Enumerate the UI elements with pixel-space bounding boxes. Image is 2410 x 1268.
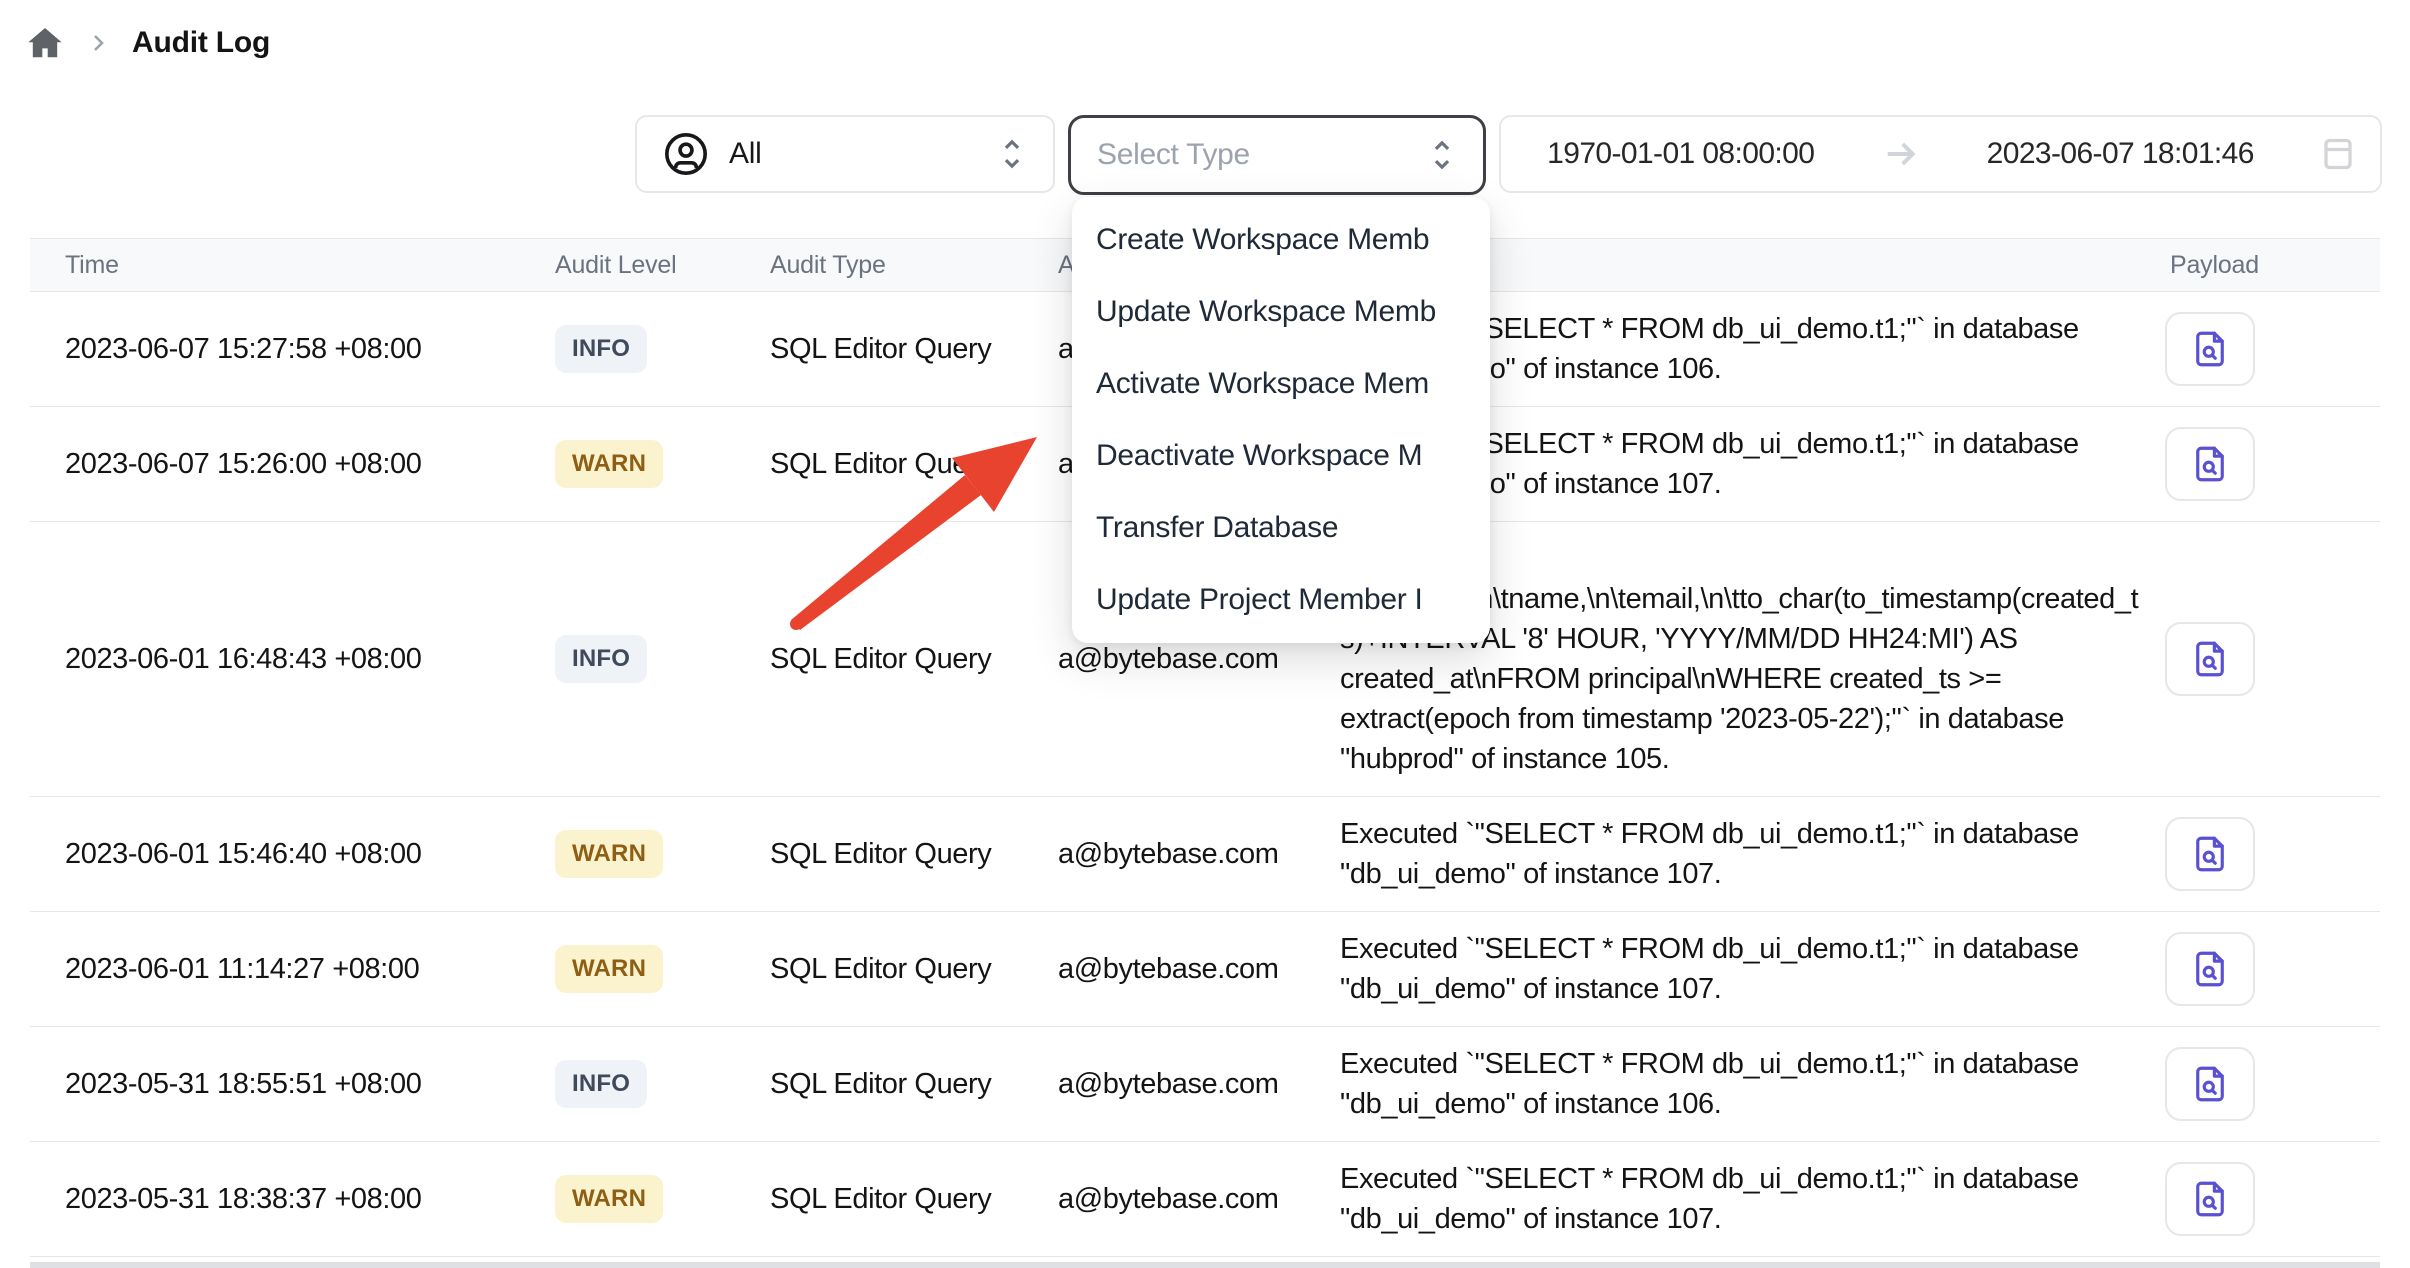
cell-audit-level: WARN [555, 945, 770, 993]
file-search-icon [2189, 1063, 2231, 1105]
file-search-icon [2189, 443, 2231, 485]
view-payload-button[interactable] [2165, 622, 2255, 696]
home-icon[interactable] [26, 24, 64, 62]
cell-audit-level: INFO [555, 325, 770, 373]
audit-level-badge: INFO [555, 635, 647, 683]
cell-time: 2023-06-07 15:27:58 +08:00 [30, 333, 555, 366]
column-header-level: Audit Level [555, 251, 770, 280]
cell-comment: Executed `"SELECT * FROM db_ui_demo.t1;"… [1340, 797, 2140, 911]
chevron-up-down-icon [997, 137, 1027, 171]
date-range-start[interactable]: 1970-01-01 08:00:00 [1501, 137, 1861, 171]
audit-level-badge: WARN [555, 440, 663, 488]
cell-time: 2023-06-01 16:48:43 +08:00 [30, 643, 555, 676]
cell-payload [2140, 932, 2380, 1006]
type-dropdown-item[interactable]: Update Workspace Memb [1072, 276, 1490, 348]
view-payload-button[interactable] [2165, 312, 2255, 386]
file-search-icon [2189, 833, 2231, 875]
cell-time: 2023-05-31 18:55:51 +08:00 [30, 1068, 555, 1101]
arrow-right-icon [1881, 134, 1921, 174]
type-dropdown-item[interactable]: Create Workspace Memb [1072, 204, 1490, 276]
filter-bar: All Select Type 1970-01-01 08:00:00 2023… [635, 115, 2382, 195]
cell-comment: Executed `"SELECT * FROM db_ui_demo.t1;"… [1340, 1027, 2140, 1141]
table-row: 2023-05-31 18:38:37 +08:00 WARN SQL Edit… [30, 1142, 2380, 1257]
audit-level-badge: WARN [555, 1175, 663, 1223]
type-dropdown-item[interactable]: Update Project Member I [1072, 564, 1490, 636]
cell-audit-level: WARN [555, 1175, 770, 1223]
table-row: 2023-05-31 18:55:51 +08:00 INFO SQL Edit… [30, 1027, 2380, 1142]
chevron-right-icon [86, 31, 110, 55]
audit-level-badge: INFO [555, 325, 647, 373]
view-payload-button[interactable] [2165, 932, 2255, 1006]
breadcrumb: Audit Log [26, 24, 270, 62]
file-search-icon [2189, 638, 2231, 680]
type-dropdown-item[interactable]: Deactivate Workspace M [1072, 420, 1490, 492]
column-header-type: Audit Type [770, 251, 1058, 280]
cell-actor: a@bytebase.com [1058, 953, 1340, 986]
type-select-dropdown: Create Workspace MembUpdate Workspace Me… [1072, 197, 1490, 643]
audit-level-badge: WARN [555, 830, 663, 878]
cell-audit-type: SQL Editor Query [770, 1068, 1058, 1101]
cell-time: 2023-06-07 15:26:00 +08:00 [30, 448, 555, 481]
chevron-up-down-icon [1427, 138, 1457, 172]
actor-filter-select[interactable]: All [635, 115, 1055, 193]
cell-audit-level: WARN [555, 440, 770, 488]
audit-level-badge: WARN [555, 945, 663, 993]
cell-audit-level: INFO [555, 1060, 770, 1108]
table-row: 2023-06-01 15:46:40 +08:00 WARN SQL Edit… [30, 797, 2380, 912]
cell-audit-type: SQL Editor Query [770, 838, 1058, 871]
column-header-time: Time [30, 251, 555, 280]
cell-audit-level: WARN [555, 830, 770, 878]
table-row: 2023-06-01 11:14:27 +08:00 WARN SQL Edit… [30, 912, 2380, 1027]
cell-payload [2140, 1047, 2380, 1121]
cell-actor: a@bytebase.com [1058, 643, 1340, 676]
column-header-payload: Payload [2140, 251, 2380, 280]
cell-comment: Executed `"SELECT * FROM db_ui_demo.t1;"… [1340, 912, 2140, 1026]
type-dropdown-item[interactable]: Activate Workspace Mem [1072, 348, 1490, 420]
cell-audit-type: SQL Editor Query [770, 953, 1058, 986]
audit-level-badge: INFO [555, 1060, 647, 1108]
cell-audit-type: SQL Editor Query [770, 448, 1058, 481]
cell-time: 2023-06-01 11:14:27 +08:00 [30, 953, 555, 986]
calendar-icon [2320, 134, 2356, 174]
cell-time: 2023-06-01 15:46:40 +08:00 [30, 838, 555, 871]
cell-time: 2023-05-31 18:38:37 +08:00 [30, 1183, 555, 1216]
next-row-hint [30, 1262, 2380, 1268]
cell-payload [2140, 312, 2380, 386]
file-search-icon [2189, 948, 2231, 990]
view-payload-button[interactable] [2165, 1047, 2255, 1121]
cell-actor: a@bytebase.com [1058, 838, 1340, 871]
page-title: Audit Log [132, 26, 270, 60]
user-circle-icon [663, 131, 709, 177]
type-filter-select[interactable]: Select Type [1068, 115, 1486, 195]
type-filter-placeholder: Select Type [1097, 138, 1407, 172]
cell-payload [2140, 427, 2380, 501]
file-search-icon [2189, 1178, 2231, 1220]
type-dropdown-item[interactable]: Transfer Database [1072, 492, 1490, 564]
view-payload-button[interactable] [2165, 1162, 2255, 1236]
cell-payload [2140, 817, 2380, 891]
cell-comment: Executed `"SELECT * FROM db_ui_demo.t1;"… [1340, 1142, 2140, 1256]
cell-audit-type: SQL Editor Query [770, 1183, 1058, 1216]
cell-audit-type: SQL Editor Query [770, 643, 1058, 676]
date-range-end[interactable]: 2023-06-07 18:01:46 [1941, 137, 2301, 171]
cell-audit-level: INFO [555, 635, 770, 683]
date-range-picker[interactable]: 1970-01-01 08:00:00 2023-06-07 18:01:46 [1499, 115, 2382, 193]
cell-actor: a@bytebase.com [1058, 1183, 1340, 1216]
cell-audit-type: SQL Editor Query [770, 333, 1058, 366]
cell-actor: a@bytebase.com [1058, 1068, 1340, 1101]
view-payload-button[interactable] [2165, 427, 2255, 501]
view-payload-button[interactable] [2165, 817, 2255, 891]
file-search-icon [2189, 328, 2231, 370]
actor-filter-value: All [729, 137, 977, 171]
cell-payload [2140, 1162, 2380, 1236]
cell-payload [2140, 622, 2380, 696]
